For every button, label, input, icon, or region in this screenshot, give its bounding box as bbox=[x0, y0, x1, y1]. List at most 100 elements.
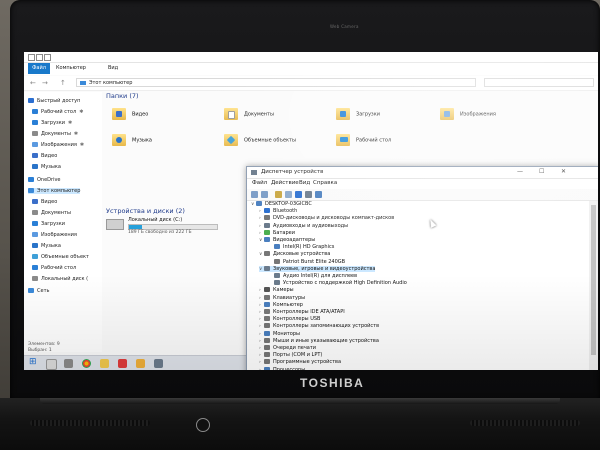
scan-hardware-icon[interactable] bbox=[305, 191, 312, 198]
update-driver-icon[interactable] bbox=[285, 191, 292, 198]
tab-file[interactable]: Файл bbox=[28, 63, 50, 74]
device-tree-item[interactable]: › Порты (COM и LPT) bbox=[259, 352, 322, 358]
search-input[interactable] bbox=[484, 78, 594, 87]
device-tree-item[interactable]: › Контроллеры USB bbox=[259, 316, 320, 322]
display-adapter-icon bbox=[264, 237, 270, 242]
display-adapter-icon bbox=[274, 244, 280, 250]
monitor-icon[interactable] bbox=[315, 191, 322, 198]
maximize-button[interactable]: ☐ bbox=[539, 168, 544, 175]
pictures-icon bbox=[32, 232, 38, 237]
start-windows-icon[interactable]: ⊞ bbox=[29, 357, 37, 367]
nav-item[interactable]: Документы bbox=[32, 210, 71, 216]
device-tree-item[interactable]: ∨ Видеоадаптеры bbox=[259, 237, 315, 243]
nav-item[interactable]: Музыка bbox=[32, 164, 61, 170]
tab-view[interactable]: Вид bbox=[108, 65, 118, 71]
keyboard-icon bbox=[264, 294, 270, 300]
close-button[interactable]: ✕ bbox=[561, 168, 566, 175]
device-tree-item[interactable]: › Компьютер bbox=[259, 301, 303, 308]
nav-item[interactable]: Изображения ✱ bbox=[32, 142, 84, 148]
device-tree-item[interactable]: › Клавиатуры bbox=[259, 294, 305, 301]
menu-view[interactable]: Вид bbox=[299, 180, 310, 186]
device-tree-item[interactable]: Patriot Burst Elite 240GB bbox=[269, 258, 345, 265]
nav-item[interactable]: Загрузки bbox=[32, 221, 65, 227]
folder-item[interactable]: Объемные объекты bbox=[224, 134, 296, 146]
address-input[interactable]: Этот компьютер bbox=[76, 78, 476, 87]
device-tree-item[interactable]: › Очереди печати bbox=[259, 345, 316, 351]
folder-item[interactable]: Музыка bbox=[112, 134, 152, 146]
power-button[interactable] bbox=[196, 418, 210, 432]
device-tree-label: Очереди печати bbox=[273, 345, 317, 351]
pin-icon[interactable]: ✱ bbox=[79, 109, 83, 115]
device-tree-item[interactable]: › Аудиовходы и аудиовыходы bbox=[259, 222, 348, 229]
menu-help[interactable]: Справка bbox=[313, 180, 337, 186]
device-tree-item[interactable]: › Контроллеры IDE ATA/ATAPI bbox=[259, 309, 345, 315]
folder-item[interactable]: Рабочий стол bbox=[336, 134, 391, 146]
task-view-icon[interactable] bbox=[64, 359, 73, 368]
folder-item[interactable]: Документы bbox=[224, 108, 274, 120]
nav-item[interactable]: Музыка bbox=[32, 243, 61, 249]
device-tree-item[interactable]: Устройство с поддержкой High Definition … bbox=[269, 280, 407, 286]
nav-item[interactable]: Видео bbox=[32, 153, 57, 159]
nav-item[interactable]: Локальный диск ( bbox=[32, 276, 88, 282]
hinge bbox=[40, 398, 560, 404]
minimize-button[interactable]: — bbox=[517, 168, 523, 175]
folder-item[interactable]: Загрузки bbox=[336, 108, 380, 120]
file-explorer-taskbar-icon[interactable] bbox=[100, 359, 109, 368]
folder-item[interactable]: Изображения bbox=[440, 108, 496, 120]
device-tree-item[interactable]: ∨ Дисковые устройства bbox=[259, 251, 330, 257]
menu-file[interactable]: Файл bbox=[252, 180, 267, 186]
forward-icon[interactable] bbox=[261, 191, 268, 198]
pin-icon[interactable]: ✱ bbox=[80, 142, 84, 148]
nav-item[interactable]: Загрузки ✱ bbox=[32, 120, 72, 126]
pin-icon[interactable]: ✱ bbox=[68, 120, 72, 126]
quick-access-toolbar-icon[interactable] bbox=[44, 54, 51, 61]
devices-group-header[interactable]: Устройства и диски (2) bbox=[106, 207, 185, 215]
device-tree-item[interactable]: ›Процессоры bbox=[259, 366, 305, 370]
up-button[interactable]: ↑ bbox=[60, 79, 66, 87]
device-tree-label: Видеоадаптеры bbox=[273, 237, 316, 243]
nav-item[interactable]: Рабочий стол bbox=[32, 265, 76, 271]
device-tree-item[interactable]: ∨ DESKTOP-03GICBC bbox=[251, 201, 312, 207]
device-tree-item[interactable]: › Мыши и иные указывающие устройства bbox=[259, 337, 379, 344]
nav-item[interactable]: Этот компьютер bbox=[28, 188, 81, 194]
nav-item[interactable]: Видео bbox=[32, 199, 57, 205]
nav-item[interactable]: Рабочий стол ✱ bbox=[32, 109, 83, 115]
device-tree-item[interactable]: ∨ Звуковые, игровые и видеоустройства bbox=[259, 265, 376, 272]
device-manager-taskbar-icon[interactable] bbox=[154, 359, 163, 368]
device-tree-item[interactable]: › Контроллеры запоминающих устройств bbox=[259, 323, 379, 329]
forward-button[interactable]: → bbox=[42, 79, 48, 87]
search-icon[interactable] bbox=[46, 359, 57, 370]
nav-item[interactable]: OneDrive bbox=[28, 177, 61, 183]
device-tree-item[interactable]: › Программные устройства bbox=[259, 359, 341, 365]
device-tree-item[interactable]: › Bluetooth bbox=[259, 208, 297, 214]
new-folder-icon[interactable] bbox=[36, 54, 43, 61]
device-tree-item[interactable]: › Мониторы bbox=[259, 330, 300, 337]
help-icon[interactable] bbox=[295, 191, 302, 198]
pin-icon[interactable]: ✱ bbox=[74, 131, 78, 137]
back-icon[interactable] bbox=[251, 191, 258, 198]
menu-action[interactable]: Действие bbox=[271, 180, 299, 186]
scrollbar-thumb[interactable] bbox=[591, 205, 596, 355]
device-tree-item[interactable]: › Батареи bbox=[259, 229, 295, 236]
nav-item[interactable]: Документы ✱ bbox=[32, 131, 78, 137]
device-tree-scrollbar[interactable] bbox=[589, 201, 598, 370]
folders-group-header[interactable]: Папки (7) bbox=[106, 92, 139, 100]
device-tree-item[interactable]: › DVD-дисководы и дисководы компакт-диско… bbox=[259, 215, 394, 221]
properties-icon[interactable] bbox=[275, 191, 282, 198]
device-tree-item[interactable]: Intel(R) HD Graphics bbox=[269, 244, 334, 250]
device-tree-item[interactable]: Аудио Intel(R) для дисплеев bbox=[269, 273, 357, 279]
store-taskbar-icon[interactable] bbox=[136, 359, 145, 368]
speaker-grille-left bbox=[30, 420, 150, 426]
properties-icon[interactable] bbox=[28, 54, 35, 61]
nav-item[interactable]: Объемные объект bbox=[32, 254, 89, 260]
nav-item[interactable]: Изображения bbox=[32, 232, 77, 238]
chrome-icon[interactable] bbox=[82, 359, 91, 368]
nav-item[interactable]: Быстрый доступ bbox=[28, 98, 80, 104]
folder-item[interactable]: Видео bbox=[112, 108, 148, 120]
tab-computer[interactable]: Компьютер bbox=[56, 65, 86, 71]
nav-item[interactable]: Сеть bbox=[28, 288, 49, 294]
video-icon bbox=[112, 108, 126, 120]
device-tree-item[interactable]: › Камеры bbox=[259, 287, 294, 293]
app-taskbar-icon[interactable] bbox=[118, 359, 127, 368]
back-button[interactable]: ← bbox=[30, 79, 36, 87]
